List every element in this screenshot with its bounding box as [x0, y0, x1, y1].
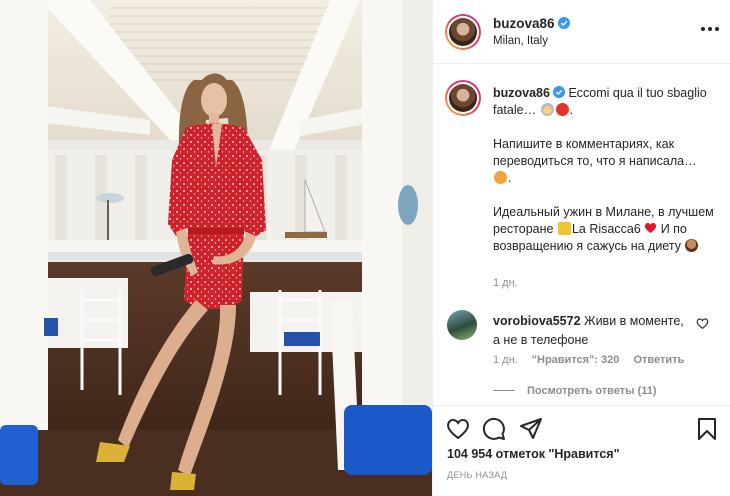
caption-username[interactable]: buzova86 [493, 86, 550, 100]
post-photo[interactable] [0, 0, 432, 496]
caption-text: buzova86 Eccomi qua il tuo sbaglio fatal… [493, 86, 714, 253]
bookmark-icon[interactable] [695, 417, 719, 441]
view-replies-label: Посмотреть ответы (11) [527, 385, 657, 397]
heart-icon[interactable] [446, 417, 470, 441]
post-header: buzova86 Milan, Italy [433, 0, 730, 64]
author-username[interactable]: buzova86 [493, 16, 555, 31]
verified-badge-icon [552, 86, 565, 98]
post-timestamp[interactable]: День назад [447, 470, 507, 480]
caption-time[interactable]: 1 дн. [493, 277, 518, 289]
author-avatar[interactable] [445, 14, 481, 50]
view-replies-button[interactable]: Посмотреть ответы (11) [493, 385, 657, 397]
post-side-panel: buzova86 Milan, Italy buzova86 Eccomi qu… [432, 0, 730, 496]
devil-emoji-icon [555, 103, 569, 116]
red-heart-emoji-icon [645, 222, 657, 233]
post-location[interactable]: Milan, Italy [493, 35, 548, 47]
post-actions: 104 954 отметок "Нравится" День назад [433, 405, 730, 496]
comment-likes-count[interactable]: "Нравится": 320 [532, 354, 620, 366]
comments-area[interactable]: buzova86 Eccomi qua il tuo sbaglio fatal… [433, 65, 730, 405]
comment-meta: 1 дн. "Нравится": 320 Ответить [493, 354, 695, 366]
share-icon[interactable] [519, 417, 543, 441]
reply-button[interactable]: Ответить [633, 354, 684, 366]
caption-line-3b: La Risacca6 [571, 222, 641, 236]
caption-line-2: Напишите в комментариях, как переводитьс… [493, 137, 697, 168]
caption-avatar[interactable] [445, 80, 481, 116]
replies-divider-line [493, 390, 515, 391]
no-gesture-emoji-icon [685, 239, 699, 252]
comment-time[interactable]: 1 дн. [493, 354, 518, 366]
author-username-row: buzova86 [493, 15, 570, 33]
verified-badge-icon [557, 17, 570, 29]
comment-text: vorobiova5572 Живи в моменте, а не в тел… [493, 312, 693, 350]
commenter-username[interactable]: vorobiova5572 [493, 314, 581, 328]
crown-emoji-icon [557, 222, 571, 235]
likes-count[interactable]: 104 954 отметок "Нравится" [447, 447, 620, 461]
comment-icon[interactable] [482, 417, 506, 441]
more-icon[interactable] [701, 27, 719, 33]
instagram-post-view: buzova86 Milan, Italy buzova86 Eccomi qu… [0, 0, 730, 496]
bride-emoji-icon [540, 103, 554, 116]
commenter-avatar[interactable] [447, 310, 477, 340]
tongue-emoji-icon [494, 171, 507, 184]
comment-heart-icon[interactable] [696, 317, 709, 330]
